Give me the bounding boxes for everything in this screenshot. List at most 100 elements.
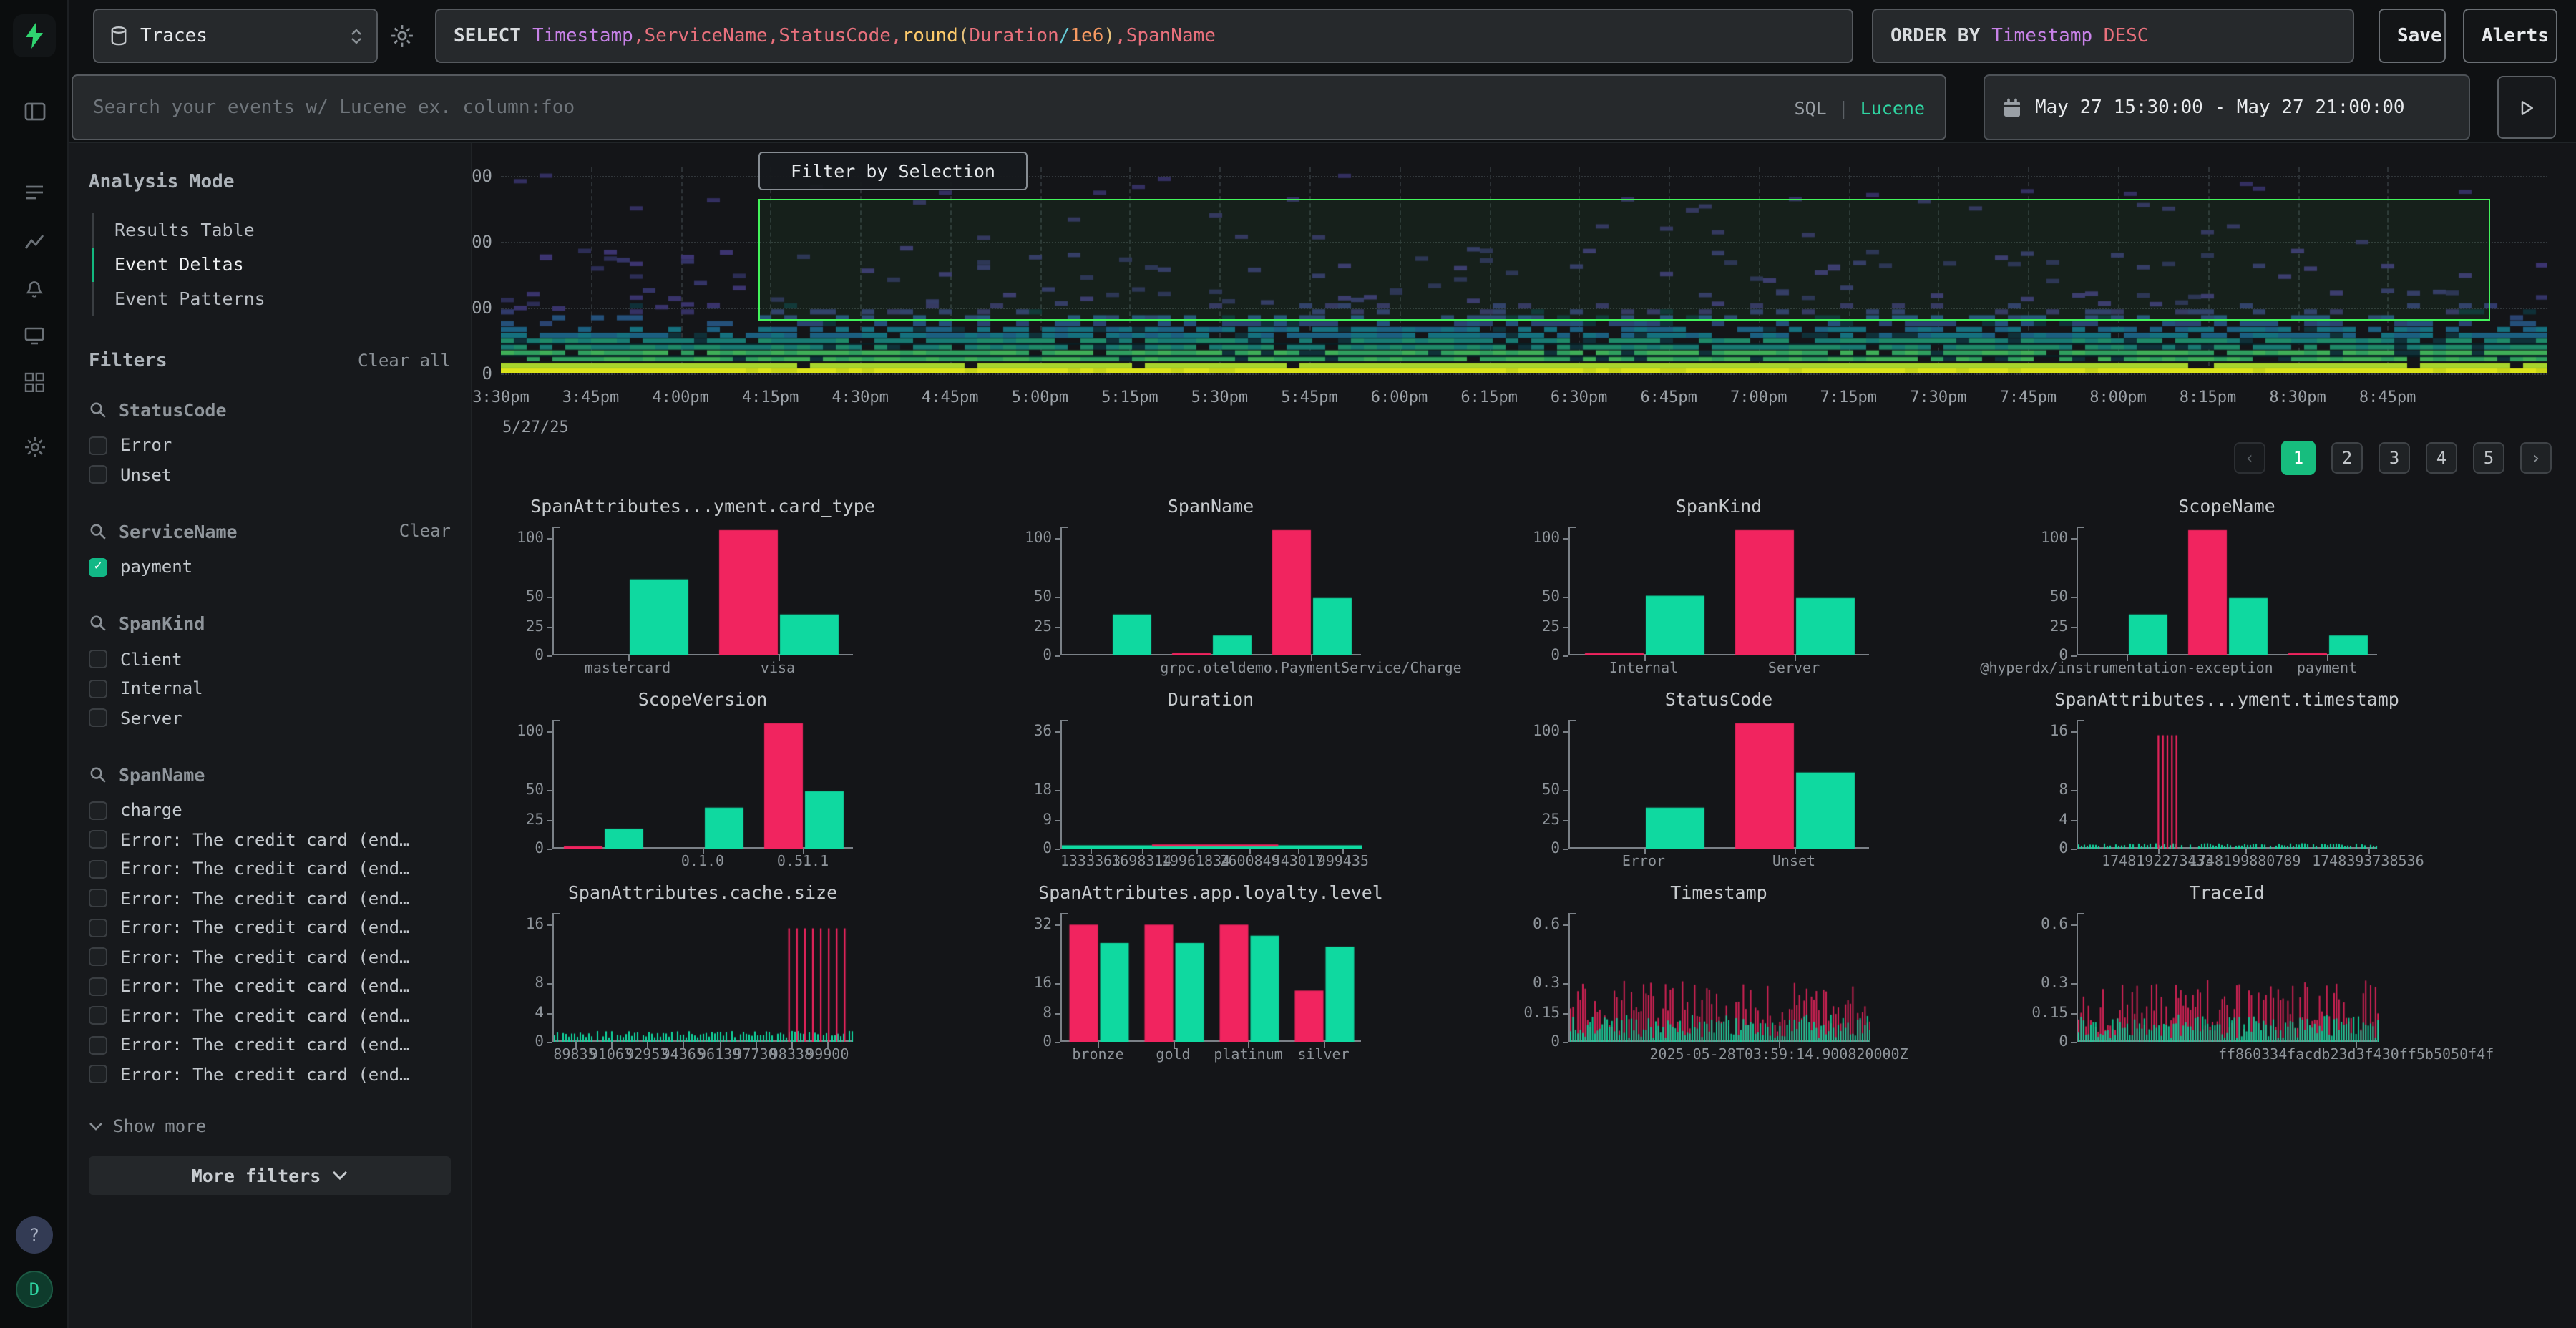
checkbox-unchecked[interactable]: [89, 650, 107, 669]
dashboards-icon[interactable]: [17, 365, 52, 399]
checkbox-unchecked[interactable]: [89, 1036, 107, 1055]
checkbox-unchecked[interactable]: [89, 919, 107, 937]
database-icon: [109, 25, 129, 47]
show-more-button[interactable]: Show more: [89, 1116, 451, 1136]
save-button[interactable]: Save: [2379, 9, 2446, 63]
chart-plot-area[interactable]: [2077, 720, 2377, 849]
chart-plot-area[interactable]: [552, 720, 853, 849]
checkbox-unchecked[interactable]: [89, 436, 107, 455]
checkbox-unchecked[interactable]: [89, 948, 107, 967]
app-logo[interactable]: [13, 14, 56, 57]
settings-gear-icon[interactable]: [17, 429, 52, 464]
user-avatar[interactable]: D: [16, 1271, 53, 1308]
filter-option[interactable]: Unset: [89, 460, 451, 489]
sessions-monitor-icon[interactable]: [17, 318, 52, 352]
filter-option[interactable]: Error: The credit card (end…: [89, 854, 451, 884]
order-by-input[interactable]: ORDER BYTimestamp DESC: [1872, 9, 2354, 63]
checkbox-unchecked[interactable]: [89, 977, 107, 996]
x-tick-mark: [1298, 849, 1299, 854]
chart-plot-area[interactable]: [1060, 720, 1361, 849]
y-tick-mark: [2071, 849, 2077, 850]
next-page-button[interactable]: ›: [2520, 442, 2552, 474]
minichart-canvas: [554, 913, 854, 1042]
chart-x-tick: Unset: [1772, 854, 1815, 870]
filter-groups: StatusCodeErrorUnsetServiceNameClear✓pay…: [89, 395, 451, 1089]
select-query-input[interactable]: SELECTTimestamp,ServiceName,StatusCode,r…: [435, 9, 1853, 63]
help-button[interactable]: ?: [16, 1216, 53, 1254]
chart-plot-area[interactable]: [1568, 527, 1869, 655]
time-range-picker[interactable]: May 27 15:30:00 - May 27 21:00:00: [1984, 74, 2470, 140]
chart-x-tick: Internal: [1609, 661, 1678, 677]
analysis-mode-item-results-table[interactable]: Results Table: [92, 213, 451, 248]
filter-option[interactable]: Server: [89, 703, 451, 733]
checkbox-unchecked[interactable]: [89, 1007, 107, 1025]
prev-page-button[interactable]: ‹: [2234, 442, 2265, 474]
chart-icon[interactable]: [17, 223, 52, 258]
filter-option[interactable]: Error: The credit card (end…: [89, 913, 451, 942]
filter-option[interactable]: Error: The credit card (end…: [89, 942, 451, 972]
clear-all-button[interactable]: Clear all: [358, 351, 451, 371]
x-tick-mark: [683, 1042, 685, 1048]
sql-mode-button[interactable]: SQL: [1794, 97, 1826, 118]
filter-option[interactable]: Error: The credit card (end…: [89, 1030, 451, 1060]
checkbox-unchecked[interactable]: [89, 889, 107, 908]
page-button-3[interactable]: 3: [2379, 442, 2410, 474]
selection-region[interactable]: [758, 200, 2490, 321]
filter-option[interactable]: ✓payment: [89, 552, 451, 582]
chart-plot-area[interactable]: [1060, 913, 1361, 1042]
filter-option[interactable]: Error: The credit card (end…: [89, 884, 451, 913]
chart-plot-area[interactable]: [1060, 527, 1361, 655]
chart-plot-area[interactable]: [2077, 913, 2377, 1042]
checkbox-unchecked[interactable]: [89, 831, 107, 849]
alerts-button[interactable]: Alerts: [2463, 9, 2557, 63]
filter-option[interactable]: Error: The credit card (end…: [89, 825, 451, 854]
filter-option[interactable]: Error: The credit card (end…: [89, 1001, 451, 1030]
filter-option[interactable]: Error: The credit card (end…: [89, 972, 451, 1001]
page-button-4[interactable]: 4: [2426, 442, 2457, 474]
chart-plot-area[interactable]: [2077, 527, 2377, 655]
filter-option[interactable]: Internal: [89, 674, 451, 703]
minichart-canvas: [1570, 913, 1870, 1042]
chart-y-tick: 100: [1507, 723, 1560, 740]
checkbox-unchecked[interactable]: [89, 1065, 107, 1084]
lucene-mode-button[interactable]: Lucene: [1860, 97, 1925, 118]
y-tick-mark: [547, 790, 552, 791]
source-settings-gear-icon[interactable]: [391, 24, 414, 47]
logs-icon[interactable]: [17, 175, 52, 209]
chart-y-tick: 0: [999, 647, 1052, 664]
chart-x-tick: 999435: [1317, 854, 1369, 870]
filter-group-name: ServiceName: [119, 520, 388, 542]
query-token: ): [1103, 25, 1115, 47]
clear-group-button[interactable]: Clear: [399, 521, 451, 541]
checkbox-unchecked[interactable]: [89, 860, 107, 879]
checkbox-checked[interactable]: ✓: [89, 558, 107, 577]
analysis-mode-item-event-deltas[interactable]: Event Deltas: [92, 248, 451, 282]
filter-option[interactable]: Client: [89, 645, 451, 674]
chart-plot-area[interactable]: [552, 913, 853, 1042]
chart-plot-area[interactable]: [552, 527, 853, 655]
filter-option[interactable]: Error: [89, 431, 451, 460]
search-input[interactable]: [93, 97, 1794, 118]
chart-y-tick: 0.3: [1507, 975, 1560, 992]
more-filters-button[interactable]: More filters: [89, 1156, 451, 1195]
checkbox-unchecked[interactable]: [89, 801, 107, 820]
chart-plot-area[interactable]: [1568, 720, 1869, 849]
filter-option[interactable]: Error: The credit card (end…: [89, 1060, 451, 1089]
run-query-button[interactable]: [2497, 76, 2556, 139]
filter-option[interactable]: charge: [89, 796, 451, 825]
page-button-5[interactable]: 5: [2473, 442, 2504, 474]
checkbox-unchecked[interactable]: [89, 466, 107, 484]
chart-plot-area[interactable]: [1568, 913, 1869, 1042]
page-button-1[interactable]: 1: [2281, 441, 2316, 475]
checkbox-unchecked[interactable]: [89, 680, 107, 698]
chart-y-tick: 36: [999, 723, 1052, 740]
page-button-2[interactable]: 2: [2331, 442, 2363, 474]
filter-by-selection-tooltip[interactable]: Filter by Selection: [758, 152, 1028, 190]
sidebar-layout-icon[interactable]: [17, 94, 52, 129]
checkbox-unchecked[interactable]: [89, 709, 107, 728]
heatmap-x-tick: 7:15pm: [1820, 388, 1878, 406]
source-selector[interactable]: Traces: [93, 9, 378, 63]
chart-y-tick: 4: [491, 1004, 544, 1021]
alerts-bell-icon[interactable]: [17, 270, 52, 305]
analysis-mode-item-event-patterns[interactable]: Event Patterns: [92, 282, 451, 316]
